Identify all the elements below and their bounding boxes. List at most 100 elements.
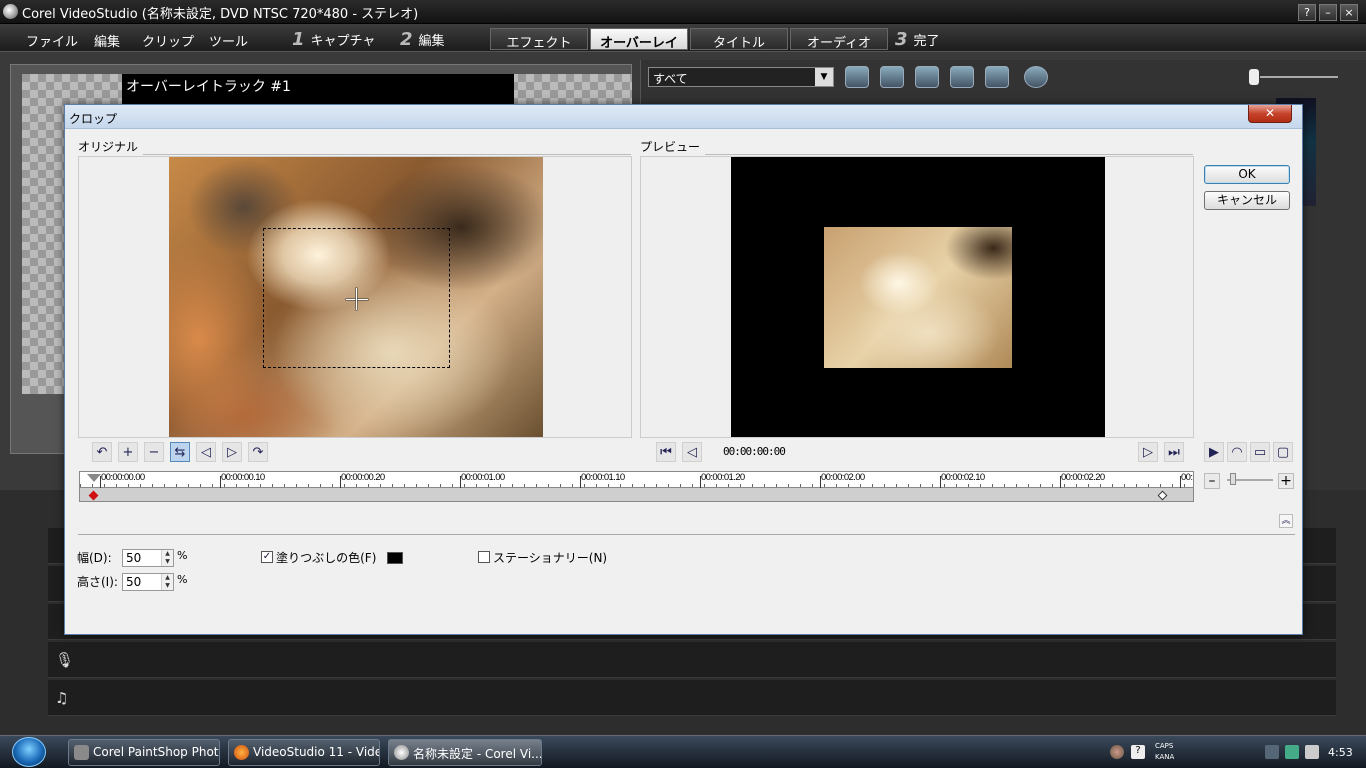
dialog-close-button[interactable]: ✕ bbox=[1248, 105, 1292, 123]
menu-tools[interactable]: ツール bbox=[209, 31, 248, 50]
menu-clip[interactable]: クリップ bbox=[142, 31, 194, 50]
folder-icon[interactable] bbox=[845, 66, 869, 88]
preview-image bbox=[824, 227, 1012, 368]
collapse-icon[interactable]: ︽ bbox=[1279, 514, 1293, 528]
reverse-icon[interactable]: ⇆ bbox=[170, 442, 190, 462]
ime-status[interactable]: CAPS KANA bbox=[1155, 741, 1174, 763]
menu-bar: ファイル 編集 クリップ ツール 1 キャプチャ 2 編集 エフェクト オーバーレイ… bbox=[0, 24, 1366, 52]
spinner-arrows-icon[interactable]: ▲ ▼ bbox=[161, 550, 173, 566]
timeline-track-voice[interactable] bbox=[48, 642, 1336, 678]
fullscreen-icon[interactable]: ▢ bbox=[1273, 442, 1293, 462]
chevron-down-icon: ▼ bbox=[815, 68, 833, 86]
playhead-marker[interactable] bbox=[87, 474, 101, 482]
monitor-icon[interactable]: ▭ bbox=[1250, 442, 1270, 462]
zoom-slider[interactable] bbox=[1230, 473, 1236, 485]
height-unit: % bbox=[177, 573, 188, 586]
tab-effect[interactable]: エフェクト bbox=[490, 28, 588, 51]
step-capture[interactable]: 1 キャプチャ bbox=[292, 26, 375, 50]
tab-overlay[interactable]: オーバーレイ bbox=[590, 28, 688, 51]
close-button[interactable]: × bbox=[1340, 4, 1358, 21]
preview-frame bbox=[731, 157, 1105, 437]
firefox-icon bbox=[234, 745, 249, 760]
ruler-label: 00:00:02.10 bbox=[941, 472, 985, 483]
spinner-arrows-icon[interactable]: ▲ ▼ bbox=[161, 574, 173, 590]
original-label: オリジナル bbox=[78, 140, 139, 154]
keyframe-timeline[interactable]: 00:00:00.00 00:00:00.10 00:00:00.20 00:0… bbox=[79, 471, 1194, 502]
zoom-in-button[interactable]: + bbox=[1278, 473, 1294, 489]
previous-frame-icon[interactable]: ◁ bbox=[682, 442, 702, 462]
add-keyframe-icon[interactable]: + bbox=[118, 442, 138, 462]
menu-edit[interactable]: 編集 bbox=[94, 31, 120, 50]
network-icon[interactable] bbox=[1265, 745, 1279, 759]
step-edit[interactable]: 2 編集 bbox=[400, 26, 445, 50]
crop-dialog: クロップ ✕ オリジナル プレビュー OK キャンセル ↶ + − ⇆ ◁ ▷ … bbox=[64, 104, 1303, 635]
refresh-icon[interactable] bbox=[950, 66, 974, 88]
timeline-track-music[interactable] bbox=[48, 680, 1336, 716]
volume-icon[interactable] bbox=[1305, 745, 1319, 759]
undo-icon[interactable]: ↶ bbox=[92, 442, 112, 462]
app-logo-icon bbox=[3, 4, 18, 19]
ruler-label: 00:00:02.20 bbox=[1061, 472, 1105, 483]
step-finish[interactable]: 3 完了 bbox=[895, 26, 940, 50]
minimize-button[interactable]: – bbox=[1319, 4, 1337, 21]
width-label: 幅(D): bbox=[77, 551, 112, 565]
overlay-track-label: オーバーレイトラック #1 bbox=[126, 79, 291, 95]
original-image bbox=[169, 157, 543, 437]
expand-icon[interactable] bbox=[1024, 66, 1048, 88]
dialog-titlebar: クロップ ✕ bbox=[65, 105, 1302, 129]
tab-audio[interactable]: オーディオ bbox=[790, 28, 888, 51]
next-frame-icon[interactable]: ▷ bbox=[1138, 442, 1158, 462]
taskbar-item-firefox[interactable]: VideoStudio 11 - Video... bbox=[228, 739, 380, 766]
stationary-label[interactable]: ステーショナリー(N) bbox=[493, 549, 607, 566]
prev-keyframe-icon[interactable]: ◁ bbox=[196, 442, 216, 462]
move-crosshair-icon[interactable] bbox=[346, 299, 368, 300]
go-to-end-icon[interactable]: ⏭ bbox=[1164, 442, 1184, 462]
app-titlebar: Corel VideoStudio (名称未設定, DVD NTSC 720*4… bbox=[0, 0, 1366, 24]
move-crosshair-icon[interactable] bbox=[356, 288, 357, 310]
start-button[interactable] bbox=[12, 737, 46, 767]
sort-icon[interactable] bbox=[880, 66, 904, 88]
menu-file[interactable]: ファイル bbox=[26, 31, 78, 50]
taskbar-item-videostudio[interactable]: 名称未設定 - Corel Vi... bbox=[388, 739, 542, 766]
taskbar-item-paintshop[interactable]: Corel PaintShop Photo... bbox=[68, 739, 220, 766]
clock[interactable]: 4:53 bbox=[1328, 746, 1353, 759]
ruler-label: 00:00:00.10 bbox=[221, 472, 265, 483]
paintshop-icon bbox=[74, 745, 89, 760]
fill-color-label[interactable]: 塗りつぶしの色(F) bbox=[276, 549, 376, 566]
preview-separator bbox=[705, 154, 1193, 155]
height-field[interactable]: 50 ▲ ▼ bbox=[122, 573, 174, 591]
width-field[interactable]: 50 ▲ ▼ bbox=[122, 549, 174, 567]
library-zoom-track bbox=[1260, 76, 1338, 78]
tab-title[interactable]: タイトル bbox=[690, 28, 788, 51]
calendar-icon[interactable] bbox=[915, 66, 939, 88]
width-unit: % bbox=[177, 549, 188, 562]
help-button[interactable]: ? bbox=[1298, 4, 1316, 21]
go-to-start-icon[interactable]: ⏮ bbox=[656, 442, 676, 462]
fill-color-swatch[interactable] bbox=[387, 552, 403, 564]
ok-button[interactable]: OK bbox=[1204, 165, 1290, 184]
ruler-label: 00: bbox=[1181, 472, 1193, 483]
section-divider bbox=[78, 534, 1295, 535]
zoom-out-button[interactable]: – bbox=[1204, 473, 1220, 489]
microphone-icon: 🎙 bbox=[55, 651, 75, 669]
fill-color-checkbox[interactable]: ✓ bbox=[261, 551, 273, 563]
remove-keyframe-icon[interactable]: − bbox=[144, 442, 164, 462]
cancel-button[interactable]: キャンセル bbox=[1204, 191, 1290, 210]
keyframe-track[interactable] bbox=[80, 488, 1193, 501]
ruler-label: 00:00:01.20 bbox=[701, 472, 745, 483]
library-filter-select[interactable]: すべて ▼ bbox=[648, 67, 834, 87]
gallery-icon[interactable] bbox=[985, 66, 1009, 88]
ime-icon[interactable] bbox=[1110, 745, 1124, 759]
stationary-checkbox[interactable] bbox=[478, 551, 490, 563]
speed-icon[interactable]: ◠ bbox=[1227, 442, 1247, 462]
next-keyframe-icon[interactable]: ▷ bbox=[222, 442, 242, 462]
help-icon[interactable]: ? bbox=[1131, 745, 1145, 759]
sync-icon[interactable] bbox=[1285, 745, 1299, 759]
library-zoom-slider[interactable] bbox=[1249, 69, 1259, 85]
preview-label: プレビュー bbox=[640, 140, 701, 154]
timecode: 00:00:00:00 bbox=[723, 445, 786, 458]
ruler-label: 00:00:00.00 bbox=[101, 472, 145, 483]
ruler-label: 00:00:01.00 bbox=[461, 472, 505, 483]
play-icon[interactable]: ▶ bbox=[1204, 442, 1224, 462]
redo-icon[interactable]: ↷ bbox=[248, 442, 268, 462]
